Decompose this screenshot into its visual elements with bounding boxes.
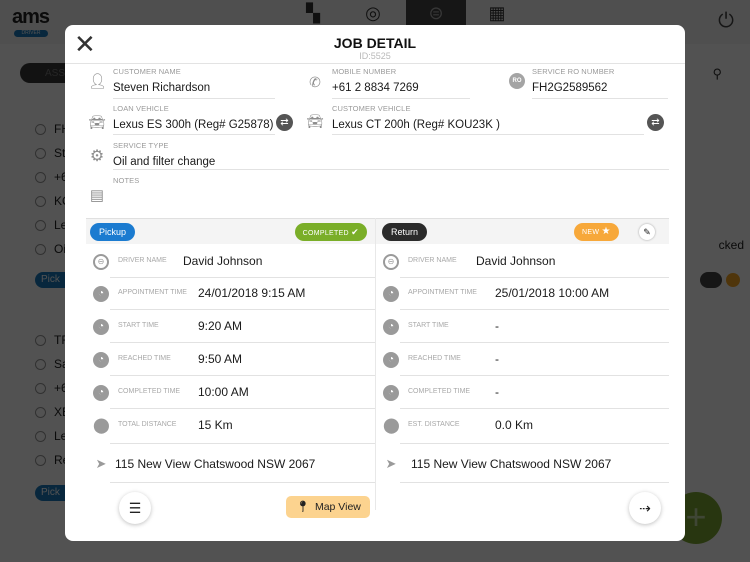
pickup-appointment-row: ◔ APPOINTMENT TIME 24/01/2018 9:15 AM — [86, 278, 375, 310]
star-icon: ★ — [601, 226, 611, 237]
pencil-icon: ✎ — [643, 227, 651, 237]
gear-icon: ⚙ — [89, 148, 105, 165]
return-distance-row: ⬤ EST. DISTANCE 0.0 Km — [376, 410, 669, 444]
loan-vehicle-field: LOAN VEHICLE Lexus ES 300h (Reg# G25878) — [113, 104, 275, 135]
status-badge-completed: COMPLETED ✔ — [294, 223, 367, 241]
swap-customer-vehicle-button[interactable]: ⇄ — [647, 114, 664, 131]
service-ro-number-field: SERVICE RO NUMBER FH2G2589562 — [532, 67, 668, 99]
header-divider — [65, 63, 685, 64]
pickup-address-row: ➤ 115 New View Chatswood NSW 2067 — [86, 446, 375, 483]
status-badge-new: NEW ★ — [574, 223, 619, 241]
car-icon: 🚘︎ — [306, 113, 324, 129]
check-circle-icon: ✔ — [351, 227, 359, 237]
assign-driver-button[interactable]: ⇢ — [629, 492, 661, 524]
clock-icon: ◔ — [93, 352, 109, 368]
return-tag: Return — [382, 223, 428, 241]
modal-title: JOB DETAIL — [333, 35, 417, 51]
clock-icon: ◔ — [383, 286, 399, 302]
location-pin-icon: ⬤ — [383, 417, 400, 434]
pickup-distance-row: ⬤ TOTAL DISTANCE 15 Km — [86, 410, 375, 444]
location-pin-icon: ⬤ — [93, 417, 110, 434]
pickup-driver-row: ⊖ DRIVER NAME David Johnson — [86, 246, 375, 278]
job-id: ID:5525 — [359, 51, 391, 61]
pickup-header: Pickup COMPLETED ✔ — [86, 218, 375, 244]
clock-icon: ◔ — [93, 385, 109, 401]
phone-icon: ✆ — [309, 74, 321, 90]
customer-name-field: CUSTOMER NAME Steven Richardson — [113, 67, 275, 99]
clock-icon: ◔ — [383, 352, 399, 368]
checklist-icon: ☰ — [128, 500, 142, 516]
person-icon: 👤︎ — [88, 73, 108, 90]
map-pin-icon: 📍︎ — [296, 501, 310, 513]
clock-icon: ◔ — [93, 286, 109, 302]
return-header: Return NEW ★ ✎ — [376, 218, 669, 244]
customer-vehicle-field: CUSTOMER VEHICLE Lexus CT 200h (Reg# KOU… — [332, 104, 644, 135]
navigation-arrow-icon: ➤ — [385, 456, 397, 471]
return-start-row: ◔ START TIME - — [376, 311, 669, 343]
return-section: Return NEW ★ ✎ ⊖ DRIVER NAME David Johns… — [376, 218, 669, 524]
navigation-arrow-icon: ➤ — [95, 456, 107, 471]
pickup-tag: Pickup — [90, 223, 136, 241]
notes-icon: ▤ — [89, 187, 105, 204]
return-appointment-row: ◔ APPOINTMENT TIME 25/01/2018 10:00 AM — [376, 278, 669, 310]
return-completed-row: ◔ COMPLETED TIME - — [376, 377, 669, 409]
pickup-start-row: ◔ START TIME 9:20 AM — [86, 311, 375, 343]
clock-icon: ◔ — [93, 319, 109, 335]
mobile-number-field: MOBILE NUMBER +61 2 8834 7269 — [332, 67, 470, 99]
notes-field: NOTES — [113, 176, 140, 185]
job-detail-modal: ✕ JOB DETAIL ID:5525 👤︎ CUSTOMER NAME St… — [65, 25, 685, 541]
return-driver-row: ⊖ DRIVER NAME David Johnson — [376, 246, 669, 278]
service-type-field: SERVICE TYPE Oil and filter change — [113, 141, 669, 170]
car-icon: 🚘︎ — [88, 114, 106, 130]
return-reached-row: ◔ REACHED TIME - — [376, 344, 669, 376]
swap-loan-vehicle-button[interactable]: ⇄ — [276, 114, 293, 131]
edit-button[interactable]: ✎ — [639, 224, 655, 240]
map-view-button[interactable]: 📍︎ Map View — [286, 496, 370, 518]
ro-badge-icon: RO — [509, 73, 525, 89]
steering-wheel-icon: ⊖ — [93, 254, 109, 270]
clock-icon: ◔ — [383, 319, 399, 335]
pickup-completed-row: ◔ COMPLETED TIME 10:00 AM — [86, 377, 375, 409]
return-address-row: ➤ 115 New View Chatswood NSW 2067 — [376, 446, 669, 483]
steering-wheel-icon: ⊖ — [383, 254, 399, 270]
driver-to-car-icon: ⇢ — [639, 500, 651, 516]
pickup-reached-row: ◔ REACHED TIME 9:50 AM — [86, 344, 375, 376]
pickup-section: Pickup COMPLETED ✔ ⊖ DRIVER NAME David J… — [86, 218, 375, 524]
clock-icon: ◔ — [383, 385, 399, 401]
checklist-button[interactable]: ☰ — [119, 492, 151, 524]
